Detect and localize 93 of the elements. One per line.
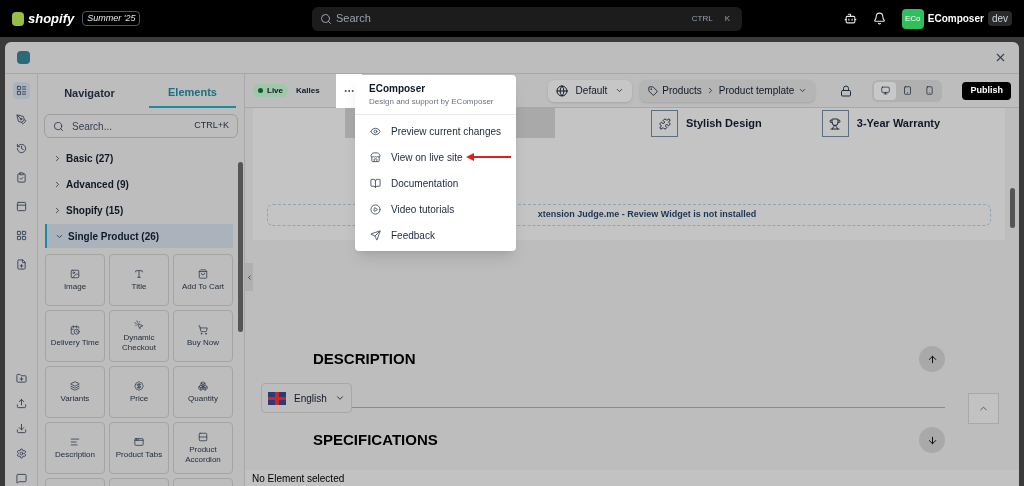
theme-name: Kalles	[296, 84, 320, 97]
section-toggle[interactable]	[919, 427, 945, 453]
device-icon	[881, 86, 890, 95]
bell-icon[interactable]	[872, 12, 886, 25]
category-item[interactable]: Shopify (15)	[45, 198, 233, 222]
store-badge: dev	[987, 11, 1012, 26]
rail-tool-icon[interactable]	[15, 473, 27, 484]
element-icon	[198, 431, 208, 442]
arrow-up-icon	[926, 353, 938, 365]
elements-search-field[interactable]: Search... CTRL+K	[44, 114, 238, 138]
chevron-down-icon	[615, 86, 625, 95]
chevron-right-icon	[53, 153, 62, 163]
language-dropdown[interactable]: Default	[547, 79, 633, 102]
chevron-right-icon	[53, 205, 62, 215]
menu-item-icon	[370, 151, 381, 163]
category-item[interactable]: Single Product (26)	[45, 224, 233, 248]
section-heading: DESCRIPTION	[313, 348, 416, 369]
menu-item[interactable]: View on live site	[355, 144, 463, 170]
live-badge: Live	[253, 84, 288, 97]
rail-tool-icon[interactable]	[15, 373, 27, 384]
feature-icon	[821, 110, 849, 137]
element-icon	[134, 380, 144, 391]
app-logo-icon	[17, 51, 30, 64]
element-tile[interactable]: Title	[109, 254, 169, 306]
element-icon	[134, 268, 144, 279]
element-tile[interactable]: Dynamic Checkout	[109, 310, 169, 362]
feature-title: Stylish Design	[686, 116, 762, 132]
element-tile[interactable]: Product Tabs	[109, 422, 169, 474]
rail-tool-icon[interactable]	[15, 398, 27, 409]
panel-tab[interactable]: Navigator	[46, 78, 133, 108]
shortcut-key: K	[720, 12, 734, 25]
feature-icon	[651, 110, 678, 137]
element-tile[interactable]: Product Accordion	[173, 422, 233, 474]
globe-icon	[555, 84, 568, 97]
flag-icon	[268, 391, 286, 405]
close-icon[interactable]	[994, 51, 1007, 64]
device-icon	[903, 86, 912, 95]
tag-icon	[648, 85, 659, 96]
store-name: EComposer	[927, 12, 984, 26]
template-dropdown[interactable]: Products Product template	[640, 79, 816, 102]
element-icon	[70, 268, 80, 279]
menu-item-icon	[370, 229, 381, 241]
collapse-handle[interactable]	[245, 263, 253, 291]
device-button[interactable]	[874, 81, 897, 100]
status-text: No Element selected	[252, 471, 345, 486]
rail-tool-icon[interactable]	[12, 82, 30, 99]
section-toggle[interactable]	[919, 346, 945, 372]
element-tile[interactable]: Image	[45, 254, 105, 306]
menu-item-icon	[370, 203, 381, 215]
element-icon	[134, 319, 144, 330]
feature-title: 3-Year Warranty	[856, 116, 941, 132]
element-icon	[198, 268, 208, 279]
brand-name: shopify	[28, 9, 75, 28]
element-icon	[70, 436, 80, 447]
element-tile[interactable]: Add To Cart	[173, 254, 233, 306]
shopify-logo-icon	[12, 11, 24, 26]
element-icon	[70, 380, 80, 391]
arrow-down-icon	[926, 434, 938, 446]
lock-icon[interactable]	[840, 84, 853, 97]
publish-button[interactable]: Publish	[962, 81, 1011, 100]
device-icon	[925, 86, 934, 95]
element-icon	[198, 380, 208, 391]
chevron-down-icon	[798, 86, 808, 95]
chevron-down-icon	[334, 393, 345, 403]
element-icon	[198, 324, 208, 335]
element-tile[interactable]: Variants	[45, 366, 105, 418]
element-tile[interactable]: Buy Now	[173, 310, 233, 362]
search-icon	[53, 120, 64, 132]
chevron-left-icon	[245, 273, 253, 281]
element-tile[interactable]: Price	[109, 366, 169, 418]
robot-icon[interactable]	[843, 12, 857, 25]
element-icon	[70, 324, 80, 335]
language-selector[interactable]: English	[261, 383, 352, 413]
search-field[interactable]: Search CTRL K	[312, 6, 742, 31]
menu-subtitle: Design and support by EComposer	[369, 96, 495, 108]
shortcut-key: CTRL	[687, 12, 717, 25]
category-item[interactable]: Advanced (9)	[45, 172, 233, 196]
rail-tool-icon[interactable]	[15, 423, 27, 434]
menu-item[interactable]: Documentation	[355, 170, 459, 196]
category-item[interactable]: Basic (27)	[45, 146, 233, 170]
menu-item-icon	[370, 177, 381, 189]
element-icon	[134, 436, 144, 447]
element-tile[interactable]: Description	[45, 422, 105, 474]
edition-badge: Summer '25	[82, 10, 141, 27]
chevron-right-icon	[53, 179, 62, 189]
menu-title: EComposer	[369, 82, 427, 96]
element-tile[interactable]: Quantity	[173, 366, 233, 418]
section-heading: SPECIFICATIONS	[313, 429, 438, 450]
menu-item[interactable]: Preview current changes	[355, 118, 502, 144]
rail-tool-icon[interactable]	[15, 448, 27, 459]
element-tile[interactable]: Delivery Time	[45, 310, 105, 362]
menu-item-icon	[370, 125, 381, 137]
search-icon	[320, 12, 332, 25]
